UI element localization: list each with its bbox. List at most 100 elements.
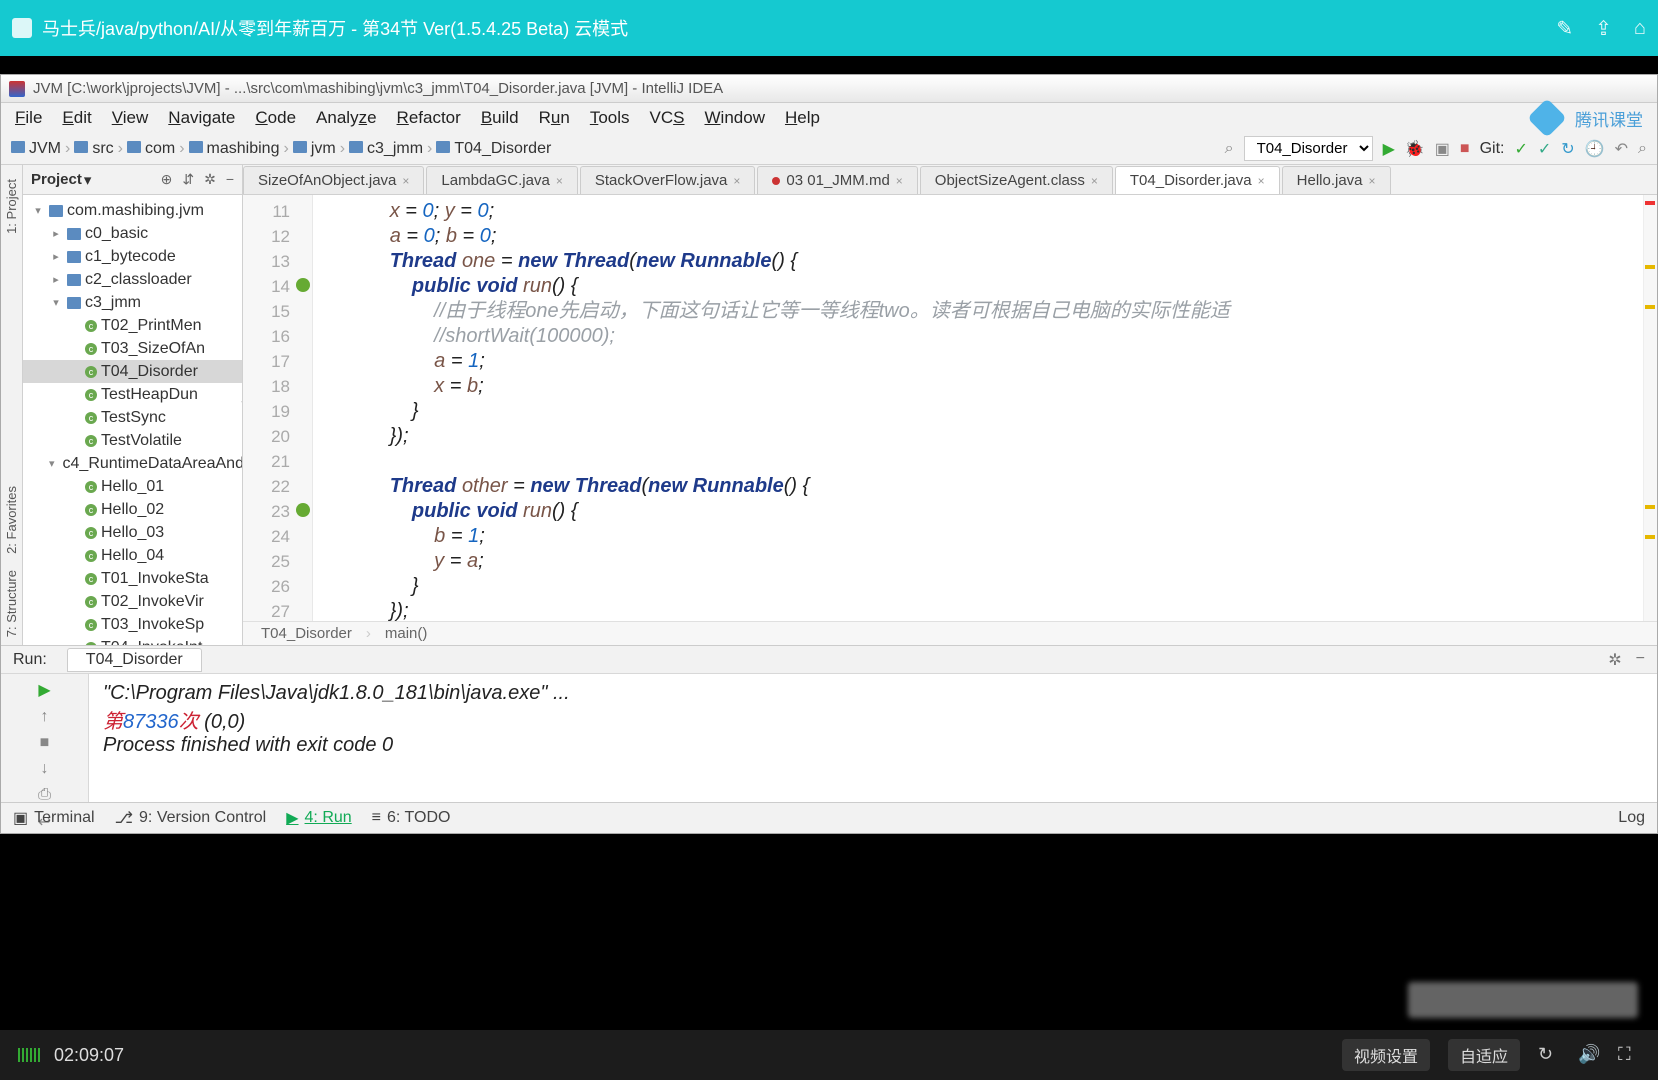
menu-build[interactable]: Build bbox=[473, 105, 527, 131]
tab-vcs[interactable]: ⎇ 9: Version Control bbox=[115, 808, 267, 828]
down-stack-icon[interactable]: ↓ bbox=[32, 760, 58, 778]
run-hide-icon[interactable]: − bbox=[1636, 650, 1645, 670]
project-header: Project ▾ ⊕ ⇵ ✲ − bbox=[23, 165, 242, 195]
volume-icon[interactable]: 🔊 bbox=[1578, 1044, 1600, 1066]
tab-ObjectSizeAgent.class[interactable]: ObjectSizeAgent.class× bbox=[920, 166, 1113, 194]
project-dropdown-icon[interactable]: ▾ bbox=[84, 171, 92, 189]
git-commit-icon[interactable]: ✓ bbox=[1538, 139, 1551, 159]
menu-tools[interactable]: Tools bbox=[582, 105, 638, 131]
app-titlebar: 马士兵/java/python/AI/从零到年薪百万 - 第34节 Ver(1.… bbox=[0, 0, 1658, 56]
crumb-method[interactable]: main() bbox=[385, 625, 428, 642]
tree-TestSync[interactable]: cTestSync bbox=[23, 406, 242, 429]
tree-c0_basic[interactable]: ▸c0_basic bbox=[23, 222, 242, 245]
edit-icon[interactable]: ✎ bbox=[1556, 16, 1573, 41]
rerun-icon[interactable]: ▶ bbox=[32, 680, 58, 700]
menu-vcs[interactable]: VCS bbox=[642, 105, 693, 131]
project-tree[interactable]: ▾com.mashibing.jvm▸c0_basic▸c1_bytecode▸… bbox=[23, 195, 242, 645]
tree-c4_RuntimeDataAreaAndInstructionSet[interactable]: ▾c4_RuntimeDataAreaAndInstructionSet bbox=[23, 452, 242, 475]
locate-icon[interactable]: ⊕ bbox=[161, 171, 173, 188]
breadcrumb-JVM[interactable]: JVM bbox=[11, 140, 61, 157]
tree-c1_bytecode[interactable]: ▸c1_bytecode bbox=[23, 245, 242, 268]
tree-T03_SizeOfAn[interactable]: cT03_SizeOfAn bbox=[23, 337, 242, 360]
menu-refactor[interactable]: Refactor bbox=[389, 105, 469, 131]
tab-SizeOfAnObject.java[interactable]: SizeOfAnObject.java× bbox=[243, 166, 424, 194]
search-everywhere-icon[interactable]: ⌕ bbox=[1638, 140, 1647, 158]
tree-c3_jmm[interactable]: ▾c3_jmm bbox=[23, 291, 242, 314]
tab-LambdaGC.java[interactable]: LambdaGC.java× bbox=[426, 166, 577, 194]
git-revert-icon[interactable]: ↶ bbox=[1615, 139, 1628, 159]
video-adaptive-button[interactable]: 自适应 bbox=[1448, 1039, 1520, 1071]
tree-com.mashibing.jvm[interactable]: ▾com.mashibing.jvm bbox=[23, 199, 242, 222]
home-icon[interactable]: ⌂ bbox=[1634, 17, 1646, 40]
tree-Hello_04[interactable]: cHello_04 bbox=[23, 544, 242, 567]
error-stripe[interactable] bbox=[1643, 195, 1657, 621]
stop-icon[interactable]: ■ bbox=[1460, 140, 1470, 158]
breadcrumb-mashibing[interactable]: mashibing bbox=[189, 140, 280, 157]
tree-c2_classloader[interactable]: ▸c2_classloader bbox=[23, 268, 242, 291]
tree-T03_InvokeSp[interactable]: cT03_InvokeSp bbox=[23, 613, 242, 636]
tab-03 01_JMM.md[interactable]: 03 01_JMM.md× bbox=[757, 166, 917, 194]
tree-TestHeapDun[interactable]: cTestHeapDun bbox=[23, 383, 242, 406]
stop-run-icon[interactable]: ■ bbox=[32, 734, 58, 752]
search-icon[interactable]: ⌕ bbox=[1225, 140, 1234, 158]
git-branch-icon[interactable]: ✓ bbox=[1514, 139, 1527, 159]
tree-Hello_01[interactable]: cHello_01 bbox=[23, 475, 242, 498]
video-settings-button[interactable]: 视频设置 bbox=[1342, 1039, 1430, 1071]
tool-structure[interactable]: 7: Structure bbox=[4, 570, 19, 637]
crumb-class[interactable]: T04_Disorder bbox=[261, 625, 352, 642]
tab-T04_Disorder.java[interactable]: T04_Disorder.java× bbox=[1115, 166, 1280, 194]
coverage-icon[interactable]: ▣ bbox=[1435, 139, 1450, 159]
tree-TestVolatile[interactable]: cTestVolatile bbox=[23, 429, 242, 452]
breadcrumb-c3_jmm[interactable]: c3_jmm bbox=[349, 140, 423, 157]
tree-T04_InvokeInt[interactable]: cT04_InvokeInt bbox=[23, 636, 242, 645]
event-log[interactable]: Log bbox=[1618, 809, 1645, 827]
breadcrumb-src[interactable]: src bbox=[74, 140, 113, 157]
collapse-icon[interactable]: ⇵ bbox=[182, 171, 194, 188]
tree-T02_InvokeVir[interactable]: cT02_InvokeVir bbox=[23, 590, 242, 613]
run-config-tab[interactable]: T04_Disorder bbox=[67, 648, 202, 672]
editor-tabs: SizeOfAnObject.java×LambdaGC.java×StackO… bbox=[243, 165, 1657, 195]
run-config-select[interactable]: T04_Disorder bbox=[1244, 136, 1373, 161]
menu-view[interactable]: View bbox=[104, 105, 157, 131]
fullscreen-icon[interactable]: ⛶ bbox=[1618, 1044, 1640, 1066]
tree-T04_Disorder[interactable]: cT04_Disorder bbox=[23, 360, 242, 383]
tree-Hello_03[interactable]: cHello_03 bbox=[23, 521, 242, 544]
breadcrumb-bar: JVM›src›com›mashibing›jvm›c3_jmm›T04_Dis… bbox=[1, 133, 1657, 165]
debug-icon[interactable]: 🐞 bbox=[1405, 139, 1425, 159]
code[interactable]: x = 0; y = 0; a = 0; b = 0; Thread one =… bbox=[313, 195, 1657, 621]
console[interactable]: "C:\Program Files\Java\jdk1.8.0_181\bin\… bbox=[89, 674, 1657, 802]
tree-T02_PrintMen[interactable]: cT02_PrintMen bbox=[23, 314, 242, 337]
tool-favorites[interactable]: 2: Favorites bbox=[4, 486, 19, 554]
code-breadcrumb: T04_Disorder › main() bbox=[243, 621, 1657, 645]
tab-todo[interactable]: ≡ 6: TODO bbox=[372, 809, 451, 827]
settings-icon[interactable]: ✲ bbox=[204, 171, 216, 188]
tab-terminal[interactable]: ▣ Terminal bbox=[13, 808, 95, 828]
tool-project[interactable]: 1: Project bbox=[4, 179, 19, 234]
menu-edit[interactable]: Edit bbox=[54, 105, 99, 131]
breadcrumb-com[interactable]: com bbox=[127, 140, 175, 157]
tab-StackOverFlow.java[interactable]: StackOverFlow.java× bbox=[580, 166, 756, 194]
tab-Hello.java[interactable]: Hello.java× bbox=[1282, 166, 1391, 194]
up-stack-icon[interactable]: ↑ bbox=[32, 708, 58, 726]
export-icon[interactable]: ⎙ bbox=[32, 786, 58, 804]
code-area[interactable]: 1112131415161718192021222324252627 x = 0… bbox=[243, 195, 1657, 621]
run-settings-icon[interactable]: ✲ bbox=[1608, 650, 1621, 670]
git-update-icon[interactable]: ↻ bbox=[1561, 139, 1574, 159]
tree-Hello_02[interactable]: cHello_02 bbox=[23, 498, 242, 521]
hide-icon[interactable]: − bbox=[226, 171, 234, 188]
menu-help[interactable]: Help bbox=[777, 105, 828, 131]
refresh-icon[interactable]: ↻ bbox=[1538, 1044, 1560, 1066]
menu-window[interactable]: Window bbox=[697, 105, 773, 131]
menu-analyze[interactable]: Analyze bbox=[308, 105, 385, 131]
menu-navigate[interactable]: Navigate bbox=[160, 105, 243, 131]
breadcrumb-T04_Disorder[interactable]: T04_Disorder bbox=[436, 140, 551, 157]
menu-run[interactable]: Run bbox=[531, 105, 578, 131]
run-icon[interactable]: ▶ bbox=[1383, 139, 1395, 159]
share-icon[interactable]: ⇪ bbox=[1595, 16, 1612, 41]
git-history-icon[interactable]: 🕘 bbox=[1585, 139, 1605, 159]
menu-file[interactable]: File bbox=[7, 105, 50, 131]
menu-code[interactable]: Code bbox=[247, 105, 304, 131]
tab-run[interactable]: ▶ 4: Run bbox=[286, 808, 351, 828]
tree-T01_InvokeSta[interactable]: cT01_InvokeSta bbox=[23, 567, 242, 590]
breadcrumb-jvm[interactable]: jvm bbox=[293, 140, 336, 157]
